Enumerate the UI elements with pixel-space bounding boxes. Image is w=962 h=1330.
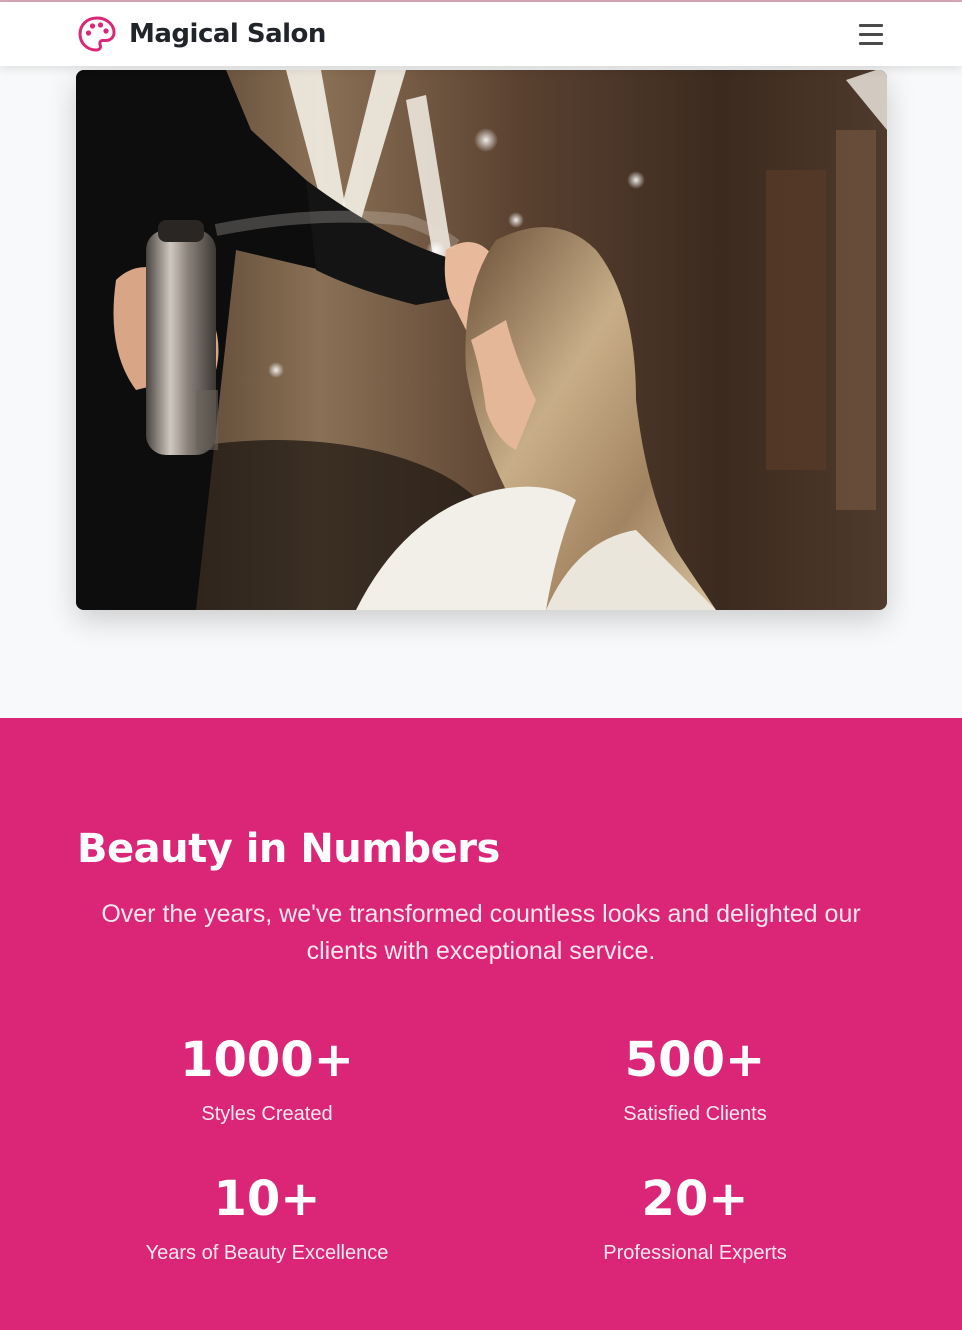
- hamburger-menu-icon-bar: [859, 42, 883, 45]
- stats-section: Beauty in Numbers Over the years, we've …: [0, 718, 962, 1330]
- stat-label: Professional Experts: [603, 1242, 787, 1264]
- hero-section: [0, 66, 962, 718]
- brand-name: Magical Salon: [129, 19, 326, 49]
- salon-hairstylist-photo: [76, 70, 887, 610]
- navbar: Magical Salon: [0, 2, 962, 66]
- stat-styles-created: 1000+ Styles Created: [53, 1032, 481, 1126]
- stats-description: Over the years, we've transformed countl…: [101, 900, 861, 965]
- stat-label: Years of Beauty Excellence: [145, 1242, 389, 1264]
- stat-number: 10+: [213, 1171, 321, 1227]
- stat-number: 20+: [641, 1171, 749, 1227]
- palette-icon: [78, 16, 116, 52]
- hamburger-menu-icon-bar: [859, 33, 883, 36]
- stat-number: 500+: [624, 1032, 766, 1088]
- stat-number: 1000+: [180, 1032, 354, 1088]
- stats-title: Beauty in Numbers: [77, 826, 500, 872]
- stat-professional-experts: 20+ Professional Experts: [481, 1171, 909, 1265]
- stat-years-excellence: 10+ Years of Beauty Excellence: [53, 1171, 481, 1265]
- hamburger-menu-button[interactable]: [852, 19, 890, 49]
- stat-satisfied-clients: 500+ Satisfied Clients: [481, 1032, 909, 1126]
- stat-label: Styles Created: [201, 1103, 333, 1125]
- brand-link[interactable]: Magical Salon: [77, 14, 326, 54]
- hamburger-menu-icon-bar: [859, 24, 883, 27]
- stat-label: Satisfied Clients: [623, 1103, 767, 1125]
